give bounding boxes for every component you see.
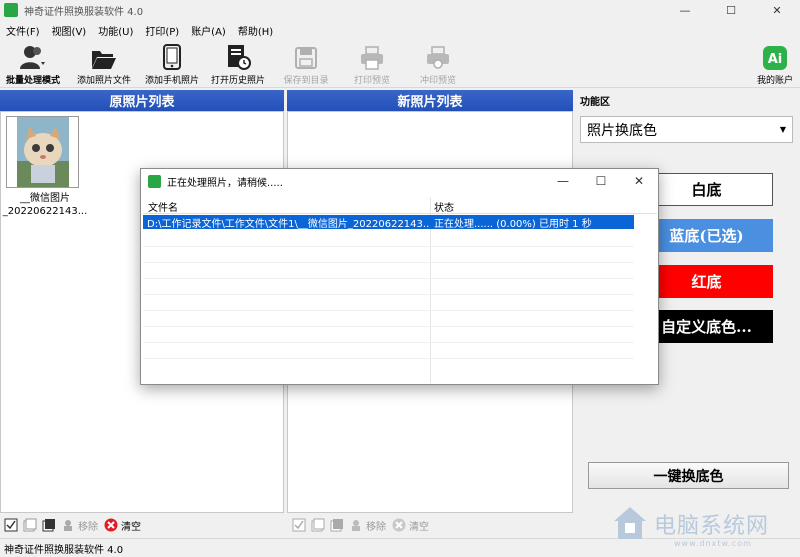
grid-line: [143, 294, 634, 295]
remove-label[interactable]: 移除: [78, 518, 98, 533]
one-key-change-bg-button[interactable]: 一键换底色: [588, 462, 789, 489]
save-to-dir-label: 保存到目录: [283, 76, 329, 86]
function-select-value: 照片换底色: [587, 122, 657, 139]
app-icon: [4, 3, 18, 17]
menu-bar: 文件(F) 视图(V) 功能(U) 打印(P) 账户(A) 帮助(H): [0, 20, 800, 40]
menu-view[interactable]: 视图(V): [46, 23, 93, 38]
watermark: 电脑系统网 www.dnxtw.com: [612, 505, 770, 548]
clear-label[interactable]: 清空: [409, 518, 429, 533]
dialog-close-button[interactable]: ✕: [620, 169, 658, 193]
watermark-url: www.dnxtw.com: [674, 539, 752, 548]
red-bg-button[interactable]: 红底: [640, 265, 773, 298]
my-account-label: 我的账户: [756, 76, 793, 86]
ai-account-icon: Ai: [763, 46, 787, 70]
original-list-header: 原照片列表: [0, 90, 284, 111]
close-button[interactable]: ✕: [754, 0, 800, 20]
row-status: 正在处理...... (0.00%) 已用时 1 秒: [434, 219, 592, 230]
add-photo-button[interactable]: 添加照片文件: [72, 42, 136, 86]
thumbnail-caption: __微信图片 _20220622143...: [0, 192, 90, 218]
house-logo-icon: [614, 507, 646, 539]
remove-icon[interactable]: [61, 518, 75, 532]
grid-line: [143, 310, 634, 311]
open-history-label: 打开历史照片: [210, 76, 265, 86]
row-filename: D:\工作记录文件\工作文件\文件1\__微信图片_20220622143...: [147, 219, 429, 230]
grid-line: [143, 246, 634, 247]
check-all-icon[interactable]: [292, 518, 306, 532]
remove-label[interactable]: 移除: [366, 518, 386, 533]
svg-text:Ai: Ai: [768, 52, 783, 67]
folder-open-icon: [92, 51, 116, 69]
title-bar: 神奇证件照换服装软件 4.0 — ☐ ✕: [0, 0, 800, 20]
check-all-icon[interactable]: [4, 518, 18, 532]
batch-mode-button[interactable]: 批量处理模式: [2, 42, 64, 86]
grid-line: [143, 358, 634, 359]
new-list-header: 新照片列表: [287, 90, 573, 111]
clear-icon[interactable]: [392, 518, 406, 532]
watermark-text: 电脑系统网: [654, 514, 770, 539]
menu-function[interactable]: 功能(U): [92, 23, 139, 38]
table-row[interactable]: D:\工作记录文件\工作文件\文件1\__微信图片_20220622143...…: [143, 215, 634, 230]
dialog-title: 正在处理照片，请稍候.....: [167, 177, 283, 189]
function-area-label: 功能区: [580, 97, 610, 108]
processing-table: 文件名 状态 D:\工作记录文件\工作文件\文件1\__微信图片_2022062…: [143, 197, 657, 383]
minimize-button[interactable]: —: [662, 0, 708, 20]
column-header-filename[interactable]: 文件名: [148, 199, 178, 214]
dialog-maximize-button[interactable]: ☐: [582, 169, 620, 193]
menu-account[interactable]: 账户(A): [185, 23, 232, 38]
my-account-button[interactable]: Ai 我的账户: [752, 42, 798, 86]
clear-label[interactable]: 清空: [121, 518, 141, 533]
save-to-dir-button[interactable]: 保存到目录: [278, 42, 334, 86]
history-document-icon: [228, 45, 251, 70]
cat-photo-icon: [16, 117, 69, 187]
grid-line: [143, 278, 634, 279]
phone-icon: [163, 44, 181, 70]
grid-line: [143, 326, 634, 327]
photo-thumbnail[interactable]: [6, 116, 79, 188]
menu-print[interactable]: 打印(P): [139, 23, 185, 38]
dialog-minimize-button[interactable]: —: [544, 169, 582, 193]
add-phone-photo-button[interactable]: 添加手机照片: [140, 42, 204, 86]
printer-icon: [361, 46, 383, 70]
menu-file[interactable]: 文件(F): [0, 23, 46, 38]
print-preview-button[interactable]: 打印预览: [346, 42, 398, 86]
print-photo-icon: [427, 46, 449, 69]
users-icon: [20, 46, 45, 69]
processing-dialog: 正在处理照片，请稍候..... — ☐ ✕ 文件名 状态 D:\工作记录文件\工…: [140, 168, 659, 385]
select-all-icon[interactable]: [330, 518, 344, 532]
clear-icon[interactable]: [104, 518, 118, 532]
grid-line: [143, 262, 634, 263]
batch-mode-label: 批量处理模式: [5, 76, 60, 86]
column-header-status[interactable]: 状态: [434, 199, 454, 214]
select-all-icon[interactable]: [42, 518, 56, 532]
processing-table-header: 文件名 状态: [143, 197, 657, 214]
grid-line: [143, 342, 634, 343]
dialog-app-icon: [148, 174, 161, 188]
save-icon: [295, 47, 317, 69]
print-preview-label: 打印预览: [353, 76, 390, 86]
maximize-button[interactable]: ☐: [708, 0, 754, 20]
center-panel-footer: 移除 清空: [290, 514, 572, 536]
custom-bg-button[interactable]: 自定义底色...: [640, 310, 773, 343]
remove-icon[interactable]: [349, 518, 363, 532]
add-phone-photo-label: 添加手机照片: [144, 76, 199, 86]
uncheck-icon[interactable]: [23, 518, 37, 532]
window-title: 神奇证件照换服装软件 4.0: [24, 6, 144, 18]
blue-bg-button[interactable]: 蓝底(已选): [640, 219, 773, 252]
uncheck-icon[interactable]: [311, 518, 325, 532]
thumbnail-caption-line1: __微信图片: [20, 193, 70, 204]
dialog-title-bar: 正在处理照片，请稍候..... — ☐ ✕: [141, 169, 658, 193]
menu-help[interactable]: 帮助(H): [232, 23, 279, 38]
chevron-down-icon: ▼: [779, 125, 786, 134]
left-panel-footer: 移除 清空: [2, 514, 284, 536]
stamp-preview-button[interactable]: 冲印预览: [412, 42, 464, 86]
add-photo-label: 添加照片文件: [76, 76, 131, 86]
thumbnail-caption-line2: _20220622143...: [2, 206, 88, 217]
toolbar: 批量处理模式 添加照片文件 添加手机照片 打开历史照片 保存到目录 打印预览 冲…: [0, 40, 800, 88]
white-bg-button[interactable]: 白底: [640, 173, 773, 206]
function-select[interactable]: 照片换底色 ▼: [580, 116, 793, 143]
stamp-preview-label: 冲印预览: [419, 76, 456, 86]
open-history-button[interactable]: 打开历史照片: [206, 42, 270, 86]
